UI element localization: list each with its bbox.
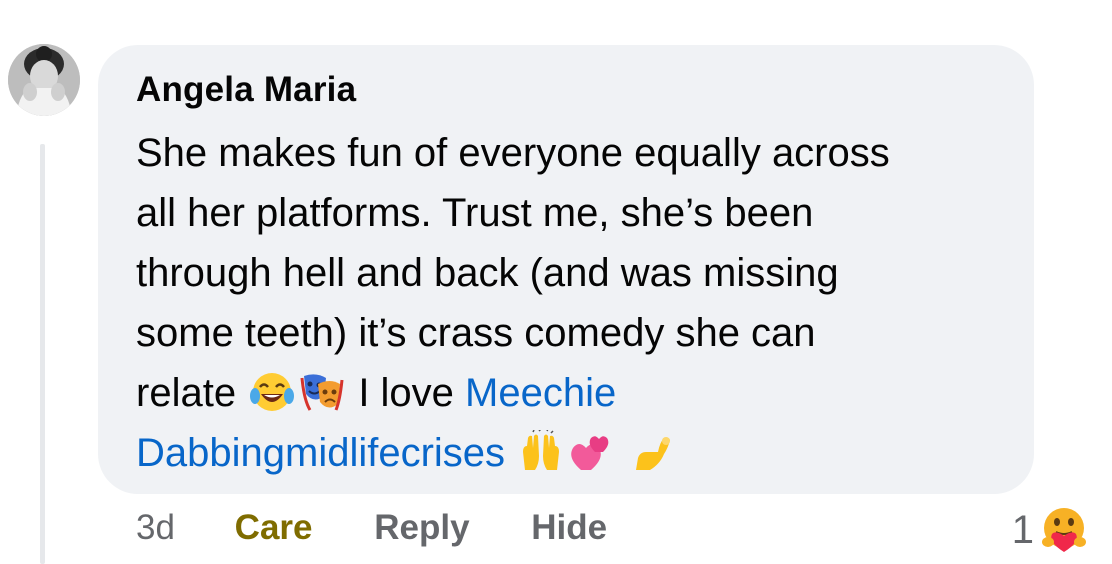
avatar[interactable] xyxy=(8,44,80,116)
reply-button[interactable]: Reply xyxy=(374,508,469,548)
thread-line xyxy=(40,144,45,564)
revolving-hearts-icon xyxy=(569,430,613,474)
performing-arts-icon xyxy=(300,370,344,414)
care-reaction-button[interactable]: Care xyxy=(235,508,313,548)
comment-line-5-text: relate xyxy=(136,371,237,415)
comment-line-4: some teeth) it’s crass comedy she can xyxy=(136,311,816,355)
comment-view: Angela Maria She makes fun of everyone e… xyxy=(0,0,1112,564)
comment-line-3: through hell and back (and was missing xyxy=(136,251,839,295)
raising-hands-icon xyxy=(519,430,563,474)
comment-line-2: all her platforms. Trust me, she’s been xyxy=(136,191,814,235)
comment-line-1: She makes fun of everyone equally across xyxy=(136,131,890,175)
comment-line-5: relate I love Meechie xyxy=(136,363,1016,423)
comment-timestamp[interactable]: 3d xyxy=(136,508,175,548)
comment-author[interactable]: Angela Maria xyxy=(136,70,356,110)
reaction-count: 1 xyxy=(1011,507,1034,552)
reaction-summary[interactable]: 1 xyxy=(1012,504,1090,556)
comment-line-6: Dabbingmidlifecrises xyxy=(136,423,1016,483)
comment-line-5-after: I love xyxy=(358,371,454,415)
comment-text: She makes fun of everyone equally across… xyxy=(136,123,1016,483)
comment-actions: 3d Care Reply Hide xyxy=(136,508,607,548)
mention-link[interactable]: Meechie xyxy=(465,371,616,415)
care-emoji-icon xyxy=(1038,504,1090,556)
laughing-tears-icon xyxy=(250,370,295,414)
mention-link-continued[interactable]: Dabbingmidlifecrises xyxy=(136,431,505,475)
pinching-hand-icon xyxy=(630,430,674,474)
hide-button[interactable]: Hide xyxy=(531,508,607,548)
